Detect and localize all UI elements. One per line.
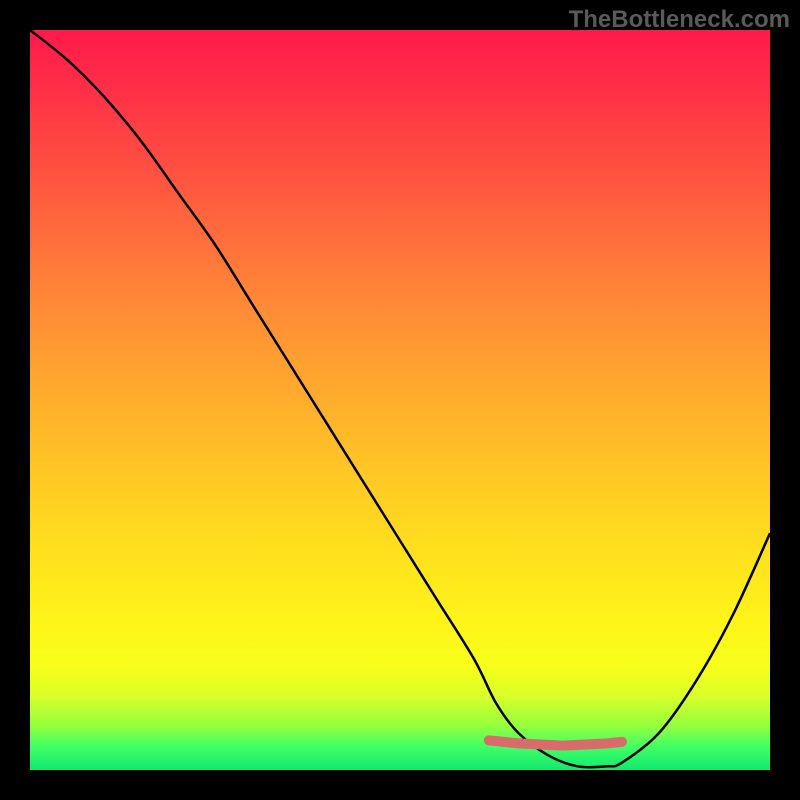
plot-area bbox=[30, 30, 770, 770]
chart-container: TheBottleneck.com bbox=[0, 0, 800, 800]
watermark-text: TheBottleneck.com bbox=[569, 6, 790, 34]
curve-svg bbox=[30, 30, 770, 770]
bottleneck-curve-path bbox=[30, 30, 770, 767]
optimal-marker-path bbox=[489, 740, 622, 745]
